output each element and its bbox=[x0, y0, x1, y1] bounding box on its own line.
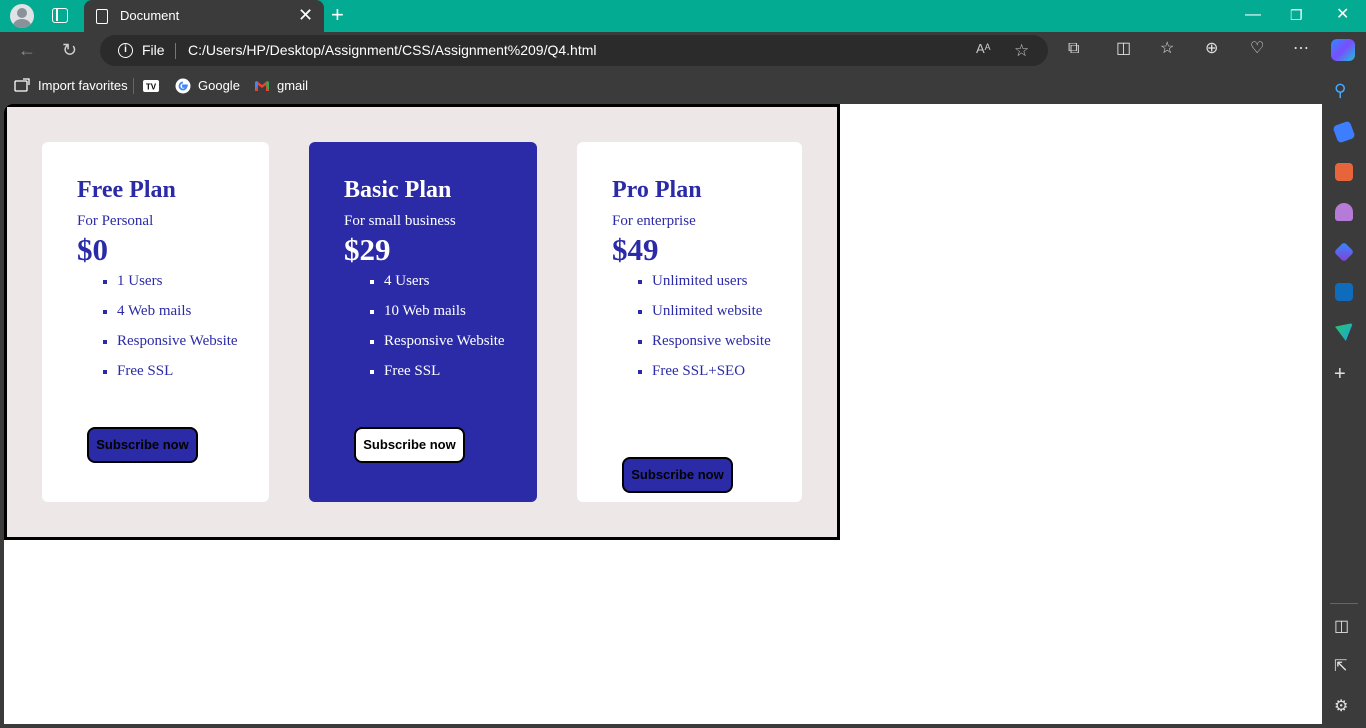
edge-sidebar: ⚲ + ◫ ⇱ ⚙ bbox=[1322, 70, 1366, 728]
extensions-icon[interactable]: ⧉ bbox=[1068, 39, 1079, 59]
favorite-star-icon[interactable]: ☆ bbox=[1014, 41, 1029, 61]
plan-price: $29 bbox=[344, 232, 391, 267]
feature-item: 4 Users bbox=[384, 266, 524, 296]
scheme-label: File bbox=[142, 42, 165, 58]
pricing-card-basic: Basic Plan For small business $29 4 User… bbox=[309, 142, 537, 502]
feature-item: Unlimited users bbox=[652, 266, 782, 296]
plan-price: $49 bbox=[612, 232, 659, 267]
tradingview-icon[interactable]: TV bbox=[143, 78, 159, 94]
restore-icon[interactable]: ❐ bbox=[1290, 6, 1303, 24]
gmail-icon bbox=[255, 81, 269, 91]
plan-subtitle: For enterprise bbox=[612, 213, 696, 229]
collections-icon[interactable]: ⊕ bbox=[1205, 39, 1218, 59]
divider bbox=[133, 78, 134, 94]
favorite-gmail[interactable]: gmail bbox=[277, 78, 308, 93]
pricing-card-free: Free Plan For Personal $0 1 Users 4 Web … bbox=[42, 142, 269, 502]
send-icon[interactable] bbox=[1335, 323, 1353, 341]
new-tab-icon[interactable]: + bbox=[331, 4, 344, 26]
navigation-bar: ← ↻ i File C:/Users/HP/Desktop/Assignmen… bbox=[0, 32, 1366, 70]
plan-name: Pro Plan bbox=[612, 177, 702, 203]
plan-subtitle: For small business bbox=[344, 213, 456, 229]
pricing-card-pro: Pro Plan For enterprise $49 Unlimited us… bbox=[577, 142, 802, 502]
subscribe-button[interactable]: Subscribe now bbox=[354, 427, 465, 463]
tools-icon[interactable] bbox=[1335, 163, 1353, 181]
sidebar-toggle-icon[interactable]: ◫ bbox=[1334, 618, 1349, 636]
feature-item: Free SSL bbox=[117, 356, 257, 386]
feature-list: Unlimited users Unlimited website Respon… bbox=[652, 266, 782, 386]
favorite-import[interactable]: Import favorites bbox=[38, 78, 128, 93]
read-aloud-icon[interactable]: Aᴬ bbox=[976, 41, 991, 56]
minimize-icon[interactable]: — bbox=[1245, 6, 1261, 24]
info-icon[interactable]: i bbox=[118, 43, 133, 58]
page-viewport: Free Plan For Personal $0 1 Users 4 Web … bbox=[4, 104, 1322, 724]
games-icon[interactable] bbox=[1335, 203, 1353, 221]
plan-price: $0 bbox=[77, 232, 108, 267]
settings-gear-icon[interactable]: ⚙ bbox=[1334, 698, 1348, 716]
subscribe-button[interactable]: Subscribe now bbox=[622, 457, 733, 493]
more-options-icon[interactable]: ⋯ bbox=[1293, 39, 1309, 59]
divider bbox=[1330, 603, 1358, 604]
plan-name: Free Plan bbox=[77, 177, 176, 203]
add-icon[interactable]: + bbox=[1334, 364, 1346, 384]
browser-tab[interactable]: Document ✕ bbox=[84, 0, 324, 32]
subscribe-button[interactable]: Subscribe now bbox=[87, 427, 198, 463]
close-window-icon[interactable]: ✕ bbox=[1336, 6, 1349, 24]
favorites-bar: Import favorites TV Google gmail bbox=[0, 70, 1366, 102]
svg-text:TV: TV bbox=[146, 83, 157, 92]
feature-item: Free SSL bbox=[384, 356, 524, 386]
feature-list: 1 Users 4 Web mails Responsive Website F… bbox=[117, 266, 257, 386]
close-tab-icon[interactable]: ✕ bbox=[298, 6, 313, 24]
feature-list: 4 Users 10 Web mails Responsive Website … bbox=[384, 266, 524, 386]
feature-item: Responsive Website bbox=[117, 326, 257, 356]
feature-item: 1 Users bbox=[117, 266, 257, 296]
tab-title: Document bbox=[120, 8, 180, 23]
browser-essentials-icon[interactable]: ♡ bbox=[1250, 39, 1264, 59]
divider bbox=[175, 43, 176, 59]
split-screen-icon[interactable]: ◫ bbox=[1116, 39, 1131, 59]
search-icon[interactable]: ⚲ bbox=[1334, 82, 1346, 100]
favorites-icon[interactable]: ☆ bbox=[1160, 39, 1174, 59]
feature-item: Responsive website bbox=[652, 326, 782, 356]
tab-actions-icon[interactable] bbox=[52, 8, 68, 23]
import-favorites-icon bbox=[14, 78, 30, 92]
copilot-icon[interactable] bbox=[1331, 39, 1355, 61]
google-icon bbox=[175, 78, 191, 94]
back-icon[interactable]: ← bbox=[18, 40, 36, 60]
document-icon bbox=[96, 9, 108, 24]
feature-item: Unlimited website bbox=[652, 296, 782, 326]
title-bar: Document ✕ + — ❐ ✕ bbox=[0, 0, 1366, 32]
address-bar[interactable]: i File C:/Users/HP/Desktop/Assignment/CS… bbox=[100, 35, 1048, 66]
pricing-container: Free Plan For Personal $0 1 Users 4 Web … bbox=[4, 104, 840, 540]
profile-avatar-icon[interactable] bbox=[10, 4, 34, 28]
feature-item: 4 Web mails bbox=[117, 296, 257, 326]
feature-item: Free SSL+SEO bbox=[652, 356, 782, 386]
shopping-tag-icon[interactable] bbox=[1332, 120, 1356, 144]
refresh-icon[interactable]: ↻ bbox=[62, 40, 77, 60]
feature-item: 10 Web mails bbox=[384, 296, 524, 326]
feature-item: Responsive Website bbox=[384, 326, 524, 356]
url-text[interactable]: C:/Users/HP/Desktop/Assignment/CSS/Assig… bbox=[188, 42, 597, 58]
favorite-google[interactable]: Google bbox=[198, 78, 240, 93]
outlook-icon[interactable] bbox=[1335, 283, 1353, 301]
external-link-icon[interactable]: ⇱ bbox=[1334, 658, 1347, 676]
microsoft365-icon[interactable] bbox=[1333, 241, 1355, 263]
plan-name: Basic Plan bbox=[344, 177, 452, 203]
plan-subtitle: For Personal bbox=[77, 213, 154, 229]
